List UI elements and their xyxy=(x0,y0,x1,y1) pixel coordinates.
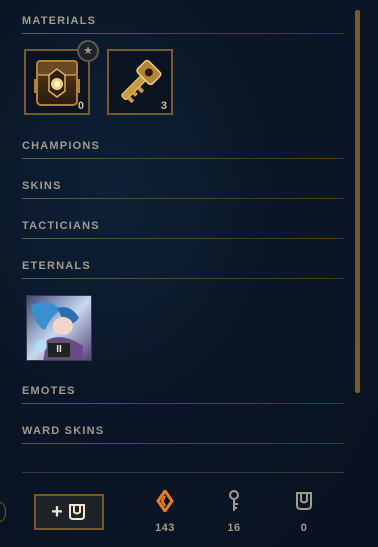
section-title-eternals: ETERNALS xyxy=(22,260,91,272)
section-divider xyxy=(22,238,344,239)
section-eternals[interactable]: ETERNALS xyxy=(22,259,344,279)
section-divider xyxy=(22,158,344,159)
eternal-level-badge: II xyxy=(47,342,71,358)
section-divider xyxy=(22,33,344,34)
star-icon[interactable]: ★ xyxy=(77,40,99,62)
section-title-materials: MATERIALS xyxy=(22,15,97,27)
section-ward-skins[interactable]: WARD SKINS xyxy=(22,424,344,444)
eternal-tile[interactable]: II xyxy=(26,295,92,361)
section-title-emotes: EMOTES xyxy=(22,385,76,397)
footer-divider xyxy=(22,472,344,473)
section-title-skins: SKINS xyxy=(22,180,62,192)
chest-count-value: 0 xyxy=(300,522,308,534)
currency-key-fragments: 16 xyxy=(204,490,264,534)
section-emotes[interactable]: EMOTES xyxy=(22,384,344,404)
edge-indicator xyxy=(0,502,6,522)
key-fragment-icon xyxy=(229,490,239,511)
plus-icon: + xyxy=(51,500,63,523)
material-count-key: 3 xyxy=(160,100,167,112)
orange-essence-icon xyxy=(156,490,174,512)
add-chest-button[interactable]: + xyxy=(34,494,104,530)
section-divider xyxy=(22,443,344,444)
section-skins[interactable]: SKINS xyxy=(22,179,344,199)
section-divider xyxy=(22,278,344,279)
chest-icon xyxy=(68,504,85,520)
section-tacticians[interactable]: TACTICIANS xyxy=(22,219,344,239)
material-tile-key[interactable]: 3 xyxy=(107,49,173,115)
key-fragment-value: 16 xyxy=(227,522,241,534)
scrollbar-thumb[interactable] xyxy=(355,10,360,393)
section-divider xyxy=(22,403,344,404)
loot-panel: MATERIALS 0 ★ 3 CHAMPIONS SKINS TACTICIA… xyxy=(0,0,378,547)
material-count-chest: 0 xyxy=(77,100,84,112)
chest-count-icon xyxy=(296,492,312,510)
currency-chests: 0 xyxy=(274,490,334,534)
section-champions[interactable]: CHAMPIONS xyxy=(22,139,344,159)
section-materials[interactable]: MATERIALS xyxy=(22,14,344,34)
section-title-tacticians: TACTICIANS xyxy=(22,220,100,232)
section-divider xyxy=(22,198,344,199)
currency-orange-essence: 143 xyxy=(135,490,195,534)
section-title-champions: CHAMPIONS xyxy=(22,140,101,152)
orange-essence-value: 143 xyxy=(155,522,175,534)
section-title-ward-skins: WARD SKINS xyxy=(22,425,105,437)
